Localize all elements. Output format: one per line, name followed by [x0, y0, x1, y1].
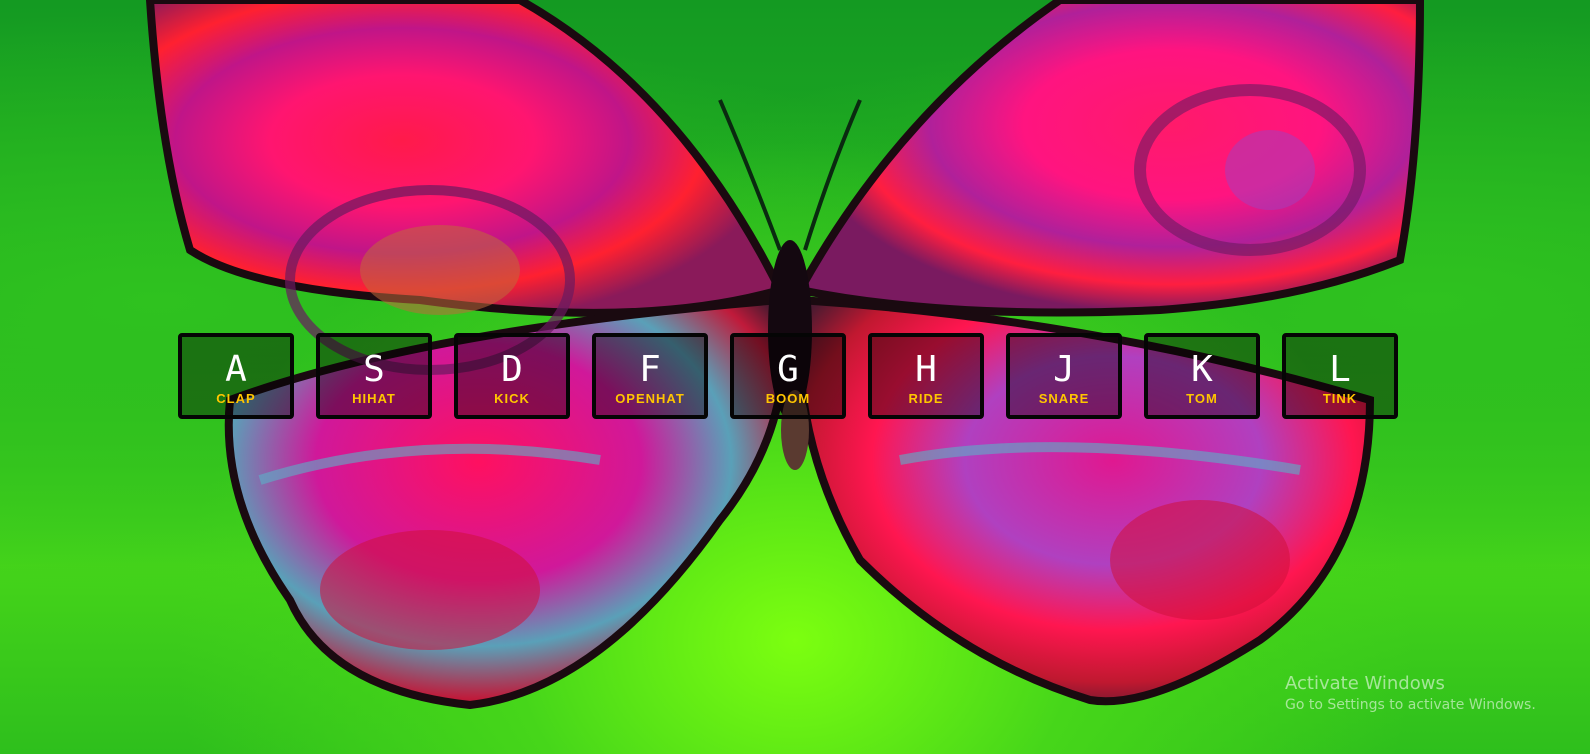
sound-label: BOOM — [765, 390, 811, 406]
watermark-title: Activate Windows — [1285, 673, 1445, 694]
drum-key-k[interactable]: K TOM — [1144, 333, 1260, 419]
sound-label: SNARE — [1038, 390, 1090, 406]
sound-label: CLAP — [216, 390, 256, 406]
key-letter: G — [777, 348, 799, 390]
drum-key-j[interactable]: J SNARE — [1006, 333, 1122, 419]
key-letter: J — [1053, 348, 1075, 390]
key-letter: A — [225, 348, 247, 390]
activate-windows-watermark: Activate Windows Go to Settings to activ… — [1285, 673, 1536, 715]
sound-label: HIHAT — [352, 390, 396, 406]
drum-keys-row: A CLAP S HIHAT D KICK F OPENHAT G BOOM H… — [178, 333, 1398, 419]
sound-label: OPENHAT — [615, 390, 685, 406]
watermark-subtitle: Go to Settings to activate Windows. — [1285, 697, 1536, 713]
drum-key-a[interactable]: A CLAP — [178, 333, 294, 419]
key-letter: F — [639, 348, 661, 390]
sound-label: KICK — [494, 390, 530, 406]
drum-key-d[interactable]: D KICK — [454, 333, 570, 419]
drum-key-l[interactable]: L TINK — [1282, 333, 1398, 419]
drum-key-f[interactable]: F OPENHAT — [592, 333, 708, 419]
drum-key-g[interactable]: G BOOM — [730, 333, 846, 419]
sound-label: RIDE — [908, 390, 944, 406]
key-letter: S — [363, 348, 385, 390]
key-letter: K — [1191, 348, 1213, 390]
sound-label: TINK — [1322, 390, 1358, 406]
key-letter: H — [915, 348, 937, 390]
key-letter: D — [501, 348, 523, 390]
drum-key-h[interactable]: H RIDE — [868, 333, 984, 419]
key-letter: L — [1329, 348, 1351, 390]
sound-label: TOM — [1186, 390, 1218, 406]
drum-key-s[interactable]: S HIHAT — [316, 333, 432, 419]
